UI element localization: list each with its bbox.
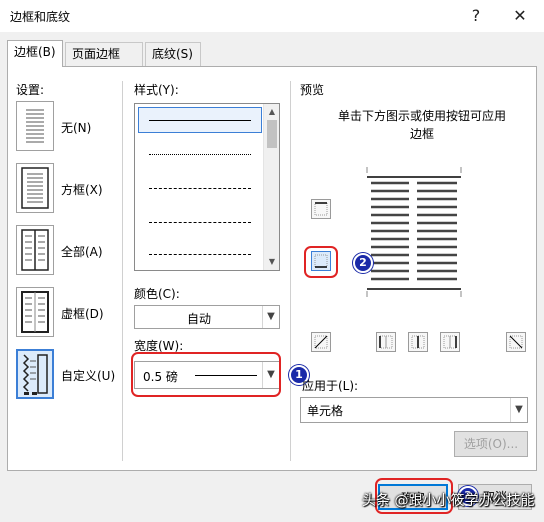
setting-custom-button[interactable] (16, 349, 54, 399)
tab-shading[interactable]: 底纹(S) (145, 42, 201, 66)
diagonal-up-icon (314, 335, 328, 349)
border-inside-vertical-icon (411, 335, 425, 349)
setting-grid-button[interactable] (16, 287, 54, 337)
setting-all-button[interactable] (16, 225, 54, 275)
column-divider (290, 81, 291, 461)
settings-heading: 设置: (16, 83, 45, 97)
annotation-highlight-width (131, 352, 281, 397)
style-scrollbar[interactable]: ▲ ▼ (263, 104, 279, 270)
style-dashed[interactable] (149, 222, 251, 223)
chevron-down-icon: ▼ (262, 306, 279, 328)
apply-to-label: 应用于(L): (302, 379, 359, 393)
dialog-title: 边框和底纹 (10, 10, 71, 24)
borders-panel: 设置: 无(N) 方框(X) 全部(A) 虚框(D) 自定义(U) 样式(Y):… (7, 66, 537, 471)
apply-to-value: 单元格 (307, 404, 344, 418)
color-label: 颜色(C): (134, 287, 180, 301)
chevron-down-icon: ▼ (510, 398, 527, 422)
setting-all-label: 全部(A) (61, 245, 103, 259)
border-top-button[interactable] (311, 199, 331, 219)
diagonal-down-button[interactable] (506, 332, 526, 352)
border-none-icon (26, 109, 44, 143)
border-box-icon (21, 167, 49, 209)
border-custom-icon (22, 354, 48, 395)
style-dotted[interactable] (149, 154, 251, 155)
border-right-button[interactable] (440, 332, 460, 352)
annotation-badge-2: 2 (353, 253, 373, 273)
options-button[interactable]: 选项(O)... (454, 431, 528, 457)
tab-borders[interactable]: 边框(B) (7, 40, 63, 67)
watermark: 头条 @跟小小筱学办公技能 (362, 493, 535, 509)
border-left-button[interactable] (376, 332, 396, 352)
color-value: 自动 (187, 312, 212, 326)
color-select[interactable]: 自动 ▼ (134, 305, 280, 329)
close-button[interactable]: ✕ (506, 4, 534, 28)
style-solid[interactable] (149, 120, 251, 121)
preview-diagram[interactable] (353, 167, 475, 297)
preview-heading: 预览 (300, 83, 325, 97)
setting-box-button[interactable] (16, 163, 54, 213)
border-left-icon (379, 335, 393, 349)
style-dash-dot[interactable] (149, 254, 251, 255)
diagonal-down-icon (509, 335, 523, 349)
preview-hint: 单击下方图示或使用按钮可应用边框 (338, 109, 507, 141)
scroll-up-arrow-icon[interactable]: ▲ (266, 106, 278, 118)
setting-custom-label: 自定义(U) (61, 369, 116, 383)
style-heading: 样式(Y): (134, 83, 179, 97)
title-bar: 边框和底纹 ? ✕ (0, 0, 544, 32)
setting-none-label: 无(N) (61, 121, 92, 135)
line-style-list[interactable]: ▲ ▼ (134, 103, 280, 271)
border-right-icon (443, 335, 457, 349)
style-dashed-small[interactable] (149, 188, 251, 189)
scroll-down-arrow-icon[interactable]: ▼ (266, 256, 278, 268)
border-all-icon (21, 229, 49, 271)
border-top-icon (314, 202, 328, 216)
apply-to-select[interactable]: 单元格 ▼ (300, 397, 528, 423)
column-divider (122, 81, 123, 461)
help-button[interactable]: ? (462, 4, 490, 28)
border-grid-icon (21, 291, 49, 333)
setting-grid-label: 虚框(D) (61, 307, 104, 321)
setting-none-button[interactable] (16, 101, 54, 151)
scroll-thumb[interactable] (267, 120, 277, 148)
setting-box-label: 方框(X) (61, 183, 103, 197)
borders-and-shading-dialog: 边框和底纹 ? ✕ 边框(B) 页面边框(P) 底纹(S) 设置: 无(N) (0, 0, 544, 522)
tab-page-border[interactable]: 页面边框(P) (65, 42, 143, 83)
border-inside-vertical-button[interactable] (408, 332, 428, 352)
annotation-highlight-bottom-border (304, 246, 338, 278)
diagonal-up-button[interactable] (311, 332, 331, 352)
